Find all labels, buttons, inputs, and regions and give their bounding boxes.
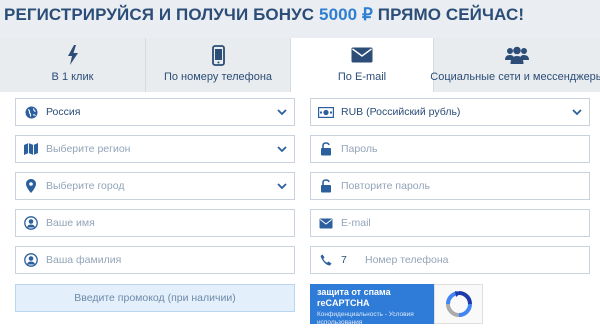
user-icon xyxy=(16,253,46,267)
recaptcha-text: защита от спама reCAPTCHA Конфиденциальн… xyxy=(310,284,434,327)
password-placeholder: Пароль xyxy=(341,143,378,155)
currency-select[interactable]: RUB (Российский рубль) xyxy=(310,98,590,126)
last-name-placeholder: Ваша фамилия xyxy=(46,254,122,266)
first-name-input[interactable]: Ваше имя xyxy=(15,209,295,237)
envelope-icon xyxy=(351,44,373,66)
phone-placeholder: Номер телефона xyxy=(365,254,449,266)
city-select[interactable]: Выберите город xyxy=(15,172,295,200)
chevron-down-icon xyxy=(270,145,294,153)
country-select[interactable]: Россия xyxy=(15,98,295,126)
phone-field[interactable]: 7 Номер телефона xyxy=(310,246,590,274)
tab-label: Социальные сети и мессенджеры xyxy=(430,71,600,83)
money-icon xyxy=(311,106,341,118)
recaptcha-title: защита от спама reCAPTCHA xyxy=(317,287,391,308)
map-icon xyxy=(16,143,46,155)
recaptcha-icon xyxy=(445,291,472,317)
promo-placeholder: Введите промокод (при наличии) xyxy=(74,292,236,304)
email-placeholder: E-mail xyxy=(341,217,371,229)
title-bonus: 5000 ₽ xyxy=(319,5,373,24)
envelope-icon xyxy=(311,218,341,229)
title-tail: ПРЯМО СЕЙЧАС! xyxy=(372,5,525,24)
tab-email[interactable]: По E-mail xyxy=(290,38,433,92)
tab-label: В 1 клик xyxy=(51,71,94,83)
first-name-placeholder: Ваше имя xyxy=(46,217,95,229)
tab-label: По номеру телефона xyxy=(163,71,273,83)
tab-phone[interactable]: По номеру телефона xyxy=(145,38,290,92)
location-pin-icon xyxy=(16,179,46,193)
recaptcha-links[interactable]: Конфиденциальность - Условия использован… xyxy=(317,311,427,327)
phone-handset-icon xyxy=(311,254,341,266)
last-name-input[interactable]: Ваша фамилия xyxy=(15,246,295,274)
tab-one-click[interactable]: В 1 клик xyxy=(0,38,145,92)
currency-value: RUB (Российский рубль) xyxy=(341,106,461,118)
title-main: РЕГИСТРИРУЙСЯ И ПОЛУЧИ БОНУС xyxy=(4,5,320,24)
password-repeat-input[interactable]: Повторите пароль xyxy=(310,172,590,200)
lock-icon xyxy=(311,142,341,156)
recaptcha-logo xyxy=(434,284,483,324)
chevron-down-icon xyxy=(270,182,294,190)
city-placeholder: Выберите город xyxy=(46,180,125,192)
chevron-down-icon xyxy=(270,108,294,116)
promo-code-input[interactable]: Введите промокод (при наличии) xyxy=(15,284,295,312)
users-icon xyxy=(505,44,529,66)
region-select[interactable]: Выберите регион xyxy=(15,135,295,163)
tab-social[interactable]: Социальные сети и мессенджеры xyxy=(430,38,600,92)
lock-icon xyxy=(311,179,341,193)
page-title: РЕГИСТРИРУЙСЯ И ПОЛУЧИ БОНУС 5000 ₽ ПРЯМ… xyxy=(4,5,524,25)
phone-country-code: 7 xyxy=(341,254,347,266)
phone-icon xyxy=(211,44,225,66)
password-input[interactable]: Пароль xyxy=(310,135,590,163)
globe-icon xyxy=(16,106,46,119)
chevron-down-icon xyxy=(565,108,589,116)
user-icon xyxy=(16,216,46,230)
recaptcha-badge[interactable]: защита от спама reCAPTCHA Конфиденциальн… xyxy=(310,284,483,327)
password-repeat-placeholder: Повторите пароль xyxy=(341,180,430,192)
lightning-icon xyxy=(67,44,79,66)
region-placeholder: Выберите регион xyxy=(46,143,131,155)
tab-label: По E-mail xyxy=(337,71,387,83)
email-field[interactable]: E-mail xyxy=(310,209,590,237)
country-value: Россия xyxy=(46,106,81,118)
registration-tabs: В 1 клик По номеру телефона По E-mail Со… xyxy=(0,38,600,92)
